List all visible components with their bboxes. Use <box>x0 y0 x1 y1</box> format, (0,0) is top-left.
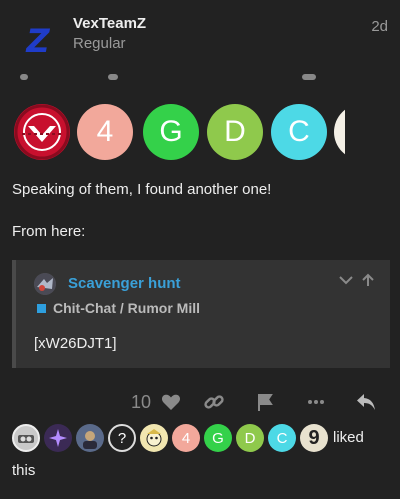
liker-avatar[interactable]: 4 <box>172 424 200 452</box>
badge-cropped <box>334 104 345 160</box>
user-title: Regular <box>73 35 126 52</box>
post-date[interactable]: 2d <box>371 18 388 35</box>
avatar-letter: Z <box>26 22 49 60</box>
liker-avatar[interactable]: C <box>268 424 296 452</box>
user-avatar[interactable]: Z <box>14 18 60 64</box>
liker-avatar[interactable]: G <box>204 424 232 452</box>
quote-body: [xW26DJT1] <box>34 335 117 352</box>
badge-d: D <box>207 104 263 160</box>
liker-avatar[interactable] <box>12 424 40 452</box>
post-paragraph: From here: <box>12 223 86 240</box>
vex-logo-icon <box>14 104 70 160</box>
like-count[interactable]: 10 <box>131 392 151 413</box>
liker-avatar[interactable]: D <box>236 424 264 452</box>
liker-avatar[interactable]: ? <box>108 424 136 452</box>
quote-topic-link[interactable]: Scavenger hunt <box>68 275 181 292</box>
liker-avatar[interactable] <box>140 424 168 452</box>
liker-avatar[interactable] <box>76 424 104 452</box>
cropped-shape <box>20 74 28 80</box>
liked-label: liked <box>333 429 364 446</box>
chevron-down-icon[interactable] <box>338 272 354 293</box>
reply-icon[interactable] <box>355 391 377 413</box>
liked-this-label: this <box>12 462 36 479</box>
category-color-square <box>37 304 46 313</box>
cropped-shape <box>108 74 118 80</box>
username[interactable]: VexTeamZ <box>73 15 146 32</box>
badge-image-row: 4 G D C <box>0 74 345 160</box>
more-icon[interactable] <box>305 391 327 413</box>
cropped-shape <box>302 74 316 80</box>
badge-g: G <box>143 104 199 160</box>
flag-icon[interactable] <box>254 391 276 413</box>
quote-block: Scavenger hunt Chit-Chat / Rumor Mill [x… <box>12 260 390 368</box>
quote-avatar <box>34 273 56 295</box>
heart-icon[interactable] <box>160 391 182 413</box>
arrow-up-icon[interactable] <box>360 272 376 293</box>
liker-avatar[interactable]: 9 <box>300 424 328 452</box>
quote-category-link[interactable]: Chit-Chat / Rumor Mill <box>53 300 200 316</box>
post-paragraph: Speaking of them, I found another one! <box>12 181 272 198</box>
link-icon[interactable] <box>203 391 225 413</box>
badge-c: C <box>271 104 327 160</box>
badge-4: 4 <box>77 104 133 160</box>
liker-avatar[interactable] <box>44 424 72 452</box>
